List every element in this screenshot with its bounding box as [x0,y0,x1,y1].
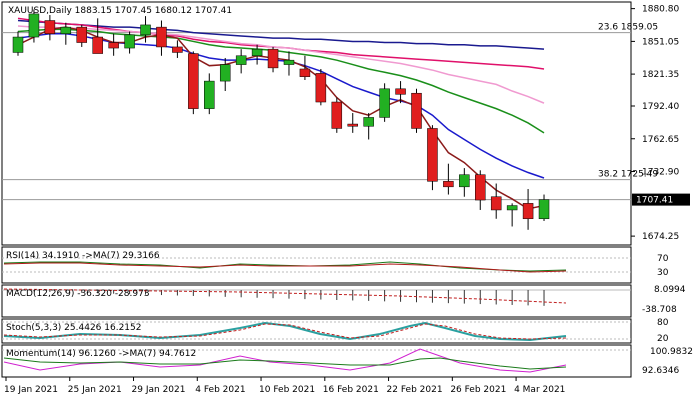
price-tick-label: 1792.40 [642,102,679,112]
bull-candle-body [506,205,518,211]
bull-candle-body [204,80,215,109]
bull-candle-body [251,48,263,57]
bear-candle-body [315,73,327,103]
price-tick-label: 1851.05 [642,37,679,47]
fib-label-23: 23.6 1859.05 [598,23,658,33]
bull-candle-body [140,24,151,36]
bear-candle-body [108,42,119,49]
bear-candle-body [331,101,343,129]
macd-label: MACD(12,26,9) -36.320 -28.973 [6,289,150,299]
price-axis: 1880.80 1851.05 1821.35 1792.40 1762.65 1732.… [631,5,679,242]
bull-candle-body [538,199,550,220]
moving-average-line [17,32,545,179]
bull-candle-body [459,174,470,188]
candles [12,9,550,230]
momentum-label: Momentum(14) 96.1260 ->MA(7) 94.7612 [6,349,196,359]
xauusd-chart: XAUUSD,Daily 1883.15 1707.45 1680.12 170… [1,1,693,395]
bear-candle-body [188,53,199,109]
date-tick-label: 10 Feb 2021 [259,385,315,395]
bear-candle-body [299,68,311,77]
bull-candle-body [12,36,24,53]
date-tick-label: 29 Jan 2021 [132,385,186,395]
bear-candle-body [76,26,88,43]
bear-candle-body [490,196,502,211]
momentum-tick-bottom: 92.6346 [642,366,679,376]
date-tick-label: 25 Jan 2021 [68,385,122,395]
bull-candle-body [28,13,40,38]
price-tick-label: 1821.35 [642,70,679,80]
bear-candle-body [44,20,56,34]
bull-candle-body [283,59,295,65]
bear-candle-body [443,181,454,188]
bear-candle-body [267,48,279,69]
stoch-tick-80: 80 [657,318,669,328]
current-price-label: 1707.41 [636,196,673,206]
bull-candle-body [60,26,72,34]
macd-tick-bottom: -38.708 [642,305,677,315]
bear-candle-body [92,36,103,54]
momentum-tick-top: 100.9832 [650,347,693,357]
date-axis: 19 Jan 2021 25 Jan 2021 29 Jan 2021 4 Feb 2… [4,377,565,395]
bear-candle-body [411,92,422,129]
stoch-tick-20: 20 [657,334,669,344]
bear-candle-body [172,46,183,53]
price-tick-label: 1674.25 [642,232,679,242]
bull-candle-body [379,88,390,118]
rsi-label: RSI(14) 34.1910 ->MA(7) 29.3166 [6,251,160,261]
macd-tick-top: 8.0994 [654,285,686,295]
rsi-tick-70: 70 [657,254,669,264]
date-tick-label: 22 Feb 2021 [387,385,443,395]
bull-candle-body [235,55,247,65]
bull-candle-body [363,117,374,127]
bear-candle-body [395,88,406,95]
date-tick-label: 16 Feb 2021 [323,385,379,395]
rsi-tick-30: 30 [657,268,669,278]
chart-header: XAUUSD,Daily 1883.15 1707.45 1680.12 170… [8,6,232,16]
date-tick-label: 4 Feb 2021 [195,385,245,395]
bull-candle-body [219,64,231,82]
stoch-label: Stoch(5,3,3) 25.4426 16.2152 [6,323,141,333]
date-tick-label: 19 Jan 2021 [4,385,58,395]
bull-candle-body [124,34,135,49]
bear-candle-body [427,128,438,182]
bear-candle-body [522,203,534,220]
rsi-ma-line [3,262,567,273]
price-tick-label: 1762.65 [642,135,679,145]
date-tick-label: 4 Mar 2021 [514,385,565,395]
bear-candle-body [156,26,167,48]
price-tick-label: 1732.90 [642,168,679,178]
date-tick-label: 26 Feb 2021 [450,385,506,395]
bear-candle-body [475,174,486,201]
bear-candle-body [347,123,358,127]
price-tick-label: 1880.80 [642,5,679,15]
